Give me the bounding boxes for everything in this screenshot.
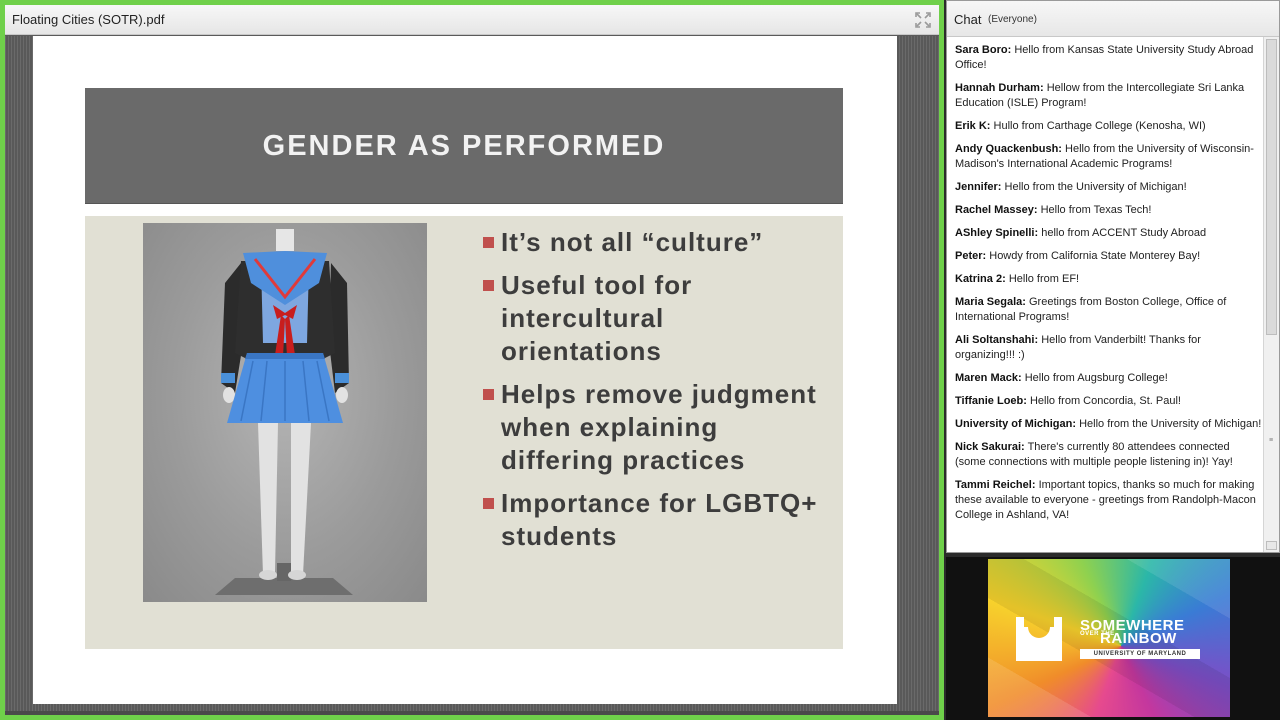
chat-message: Jennifer: Hello from the University of M… <box>955 180 1263 195</box>
share-pod: Floating Cities (SOTR).pdf GENDER AS PER… <box>0 0 944 720</box>
chat-title: Chat <box>954 12 982 27</box>
chat-message: AShley Spinelli: hello from ACCENT Study… <box>955 226 1263 241</box>
chat-message: Tiffanie Loeb: Hello from Concordia, St.… <box>955 394 1263 409</box>
scroll-down-arrow-icon[interactable] <box>1266 541 1277 550</box>
chat-message: Katrina 2: Hello from EF! <box>955 272 1263 287</box>
slide-title: GENDER AS PERFORMED <box>262 130 666 162</box>
chat-message-author: AShley Spinelli: <box>955 227 1039 239</box>
chat-message-author: Maria Segala: <box>955 296 1026 308</box>
chat-message-author: Peter: <box>955 250 987 262</box>
chat-message-author: Tammi Reichel: <box>955 479 1036 491</box>
logo-text-line4: UNIVERSITY OF MARYLAND <box>1080 649 1200 659</box>
chat-scrollbar[interactable]: ≡ <box>1263 37 1279 552</box>
slide-bullet-text: It’s not all “culture” <box>501 227 764 257</box>
chat-message-author: Rachel Massey: <box>955 204 1038 216</box>
chat-message: Peter: Howdy from California State Monte… <box>955 249 1263 264</box>
bullet-marker-icon <box>483 389 494 400</box>
chat-message-text: hello from ACCENT Study Abroad <box>1041 227 1207 239</box>
chat-message-text: Hello from the University of Michigan! <box>1079 418 1262 430</box>
chat-message: Sara Boro: Hello from Kansas State Unive… <box>955 43 1263 73</box>
presentation-slide: GENDER AS PERFORMED It’s not all “cultur… <box>33 36 897 704</box>
chat-message: Erik K: Hullo from Carthage College (Ken… <box>955 119 1263 134</box>
somewhere-over-the-rainbow-logo: SOMEWHERE OVER THE RAINBOW UNIVERSITY OF… <box>988 559 1230 717</box>
chat-message: Andy Quackenbush: Hello from the Univers… <box>955 142 1263 172</box>
chat-message-author: Jennifer: <box>955 181 1002 193</box>
chat-message-author: Katrina 2: <box>955 273 1006 285</box>
chat-message-author: Nick Sakurai: <box>955 441 1025 453</box>
chat-message-author: Erik K: <box>955 120 991 132</box>
camera-pod: SOMEWHERE OVER THE RAINBOW UNIVERSITY OF… <box>946 557 1280 720</box>
chat-message: Ali Soltanshahi: Hello from Vanderbilt! … <box>955 333 1263 363</box>
scroll-grip-icon: ≡ <box>1268 437 1274 444</box>
chat-pod: Chat (Everyone) Sara Boro: Hello from Ka… <box>946 0 1280 553</box>
share-bottom-strip <box>5 711 939 715</box>
logo-text-line3: RAINBOW <box>1100 630 1177 647</box>
chat-message-author: Andy Quackenbush: <box>955 143 1062 155</box>
chat-message-author: Hannah Durham: <box>955 82 1044 94</box>
chat-message-author: University of Michigan: <box>955 418 1077 430</box>
slide-bullet-text: Importance for LGBTQ+ students <box>501 488 818 551</box>
chat-message-author: Maren Mack: <box>955 372 1022 384</box>
logo-emblem-icon <box>1016 617 1062 661</box>
chat-message-text: Hello from Concordia, St. Paul! <box>1029 395 1181 407</box>
chat-message: Maria Segala: Greetings from Boston Coll… <box>955 295 1263 325</box>
chat-scope-label[interactable]: (Everyone) <box>988 14 1037 25</box>
chat-scrollbar-thumb[interactable] <box>1266 39 1277 335</box>
chat-message-text: Hello from the University of Michigan! <box>1004 181 1187 193</box>
chat-message: University of Michigan: Hello from the U… <box>955 417 1263 432</box>
slide-bullet-text: Helps remove judgment when explaining di… <box>501 379 817 475</box>
chat-message-text: Howdy from California State Monterey Bay… <box>989 250 1201 262</box>
fullscreen-icon[interactable] <box>915 12 931 28</box>
slide-bullet-text: Useful tool for intercultural orientatio… <box>501 270 693 366</box>
slide-bullet: Helps remove judgment when explaining di… <box>483 378 833 477</box>
chat-message: Maren Mack: Hello from Augsburg College! <box>955 371 1263 386</box>
chat-message-author: Ali Soltanshahi: <box>955 334 1039 346</box>
bullet-marker-icon <box>483 498 494 509</box>
chat-message-text: Hello from EF! <box>1008 273 1080 285</box>
slide-bullet: Importance for LGBTQ+ students <box>483 487 833 553</box>
chat-message-text: Hello from Augsburg College! <box>1024 372 1168 384</box>
chat-message-list: Sara Boro: Hello from Kansas State Unive… <box>955 43 1263 531</box>
chat-message-author: Sara Boro: <box>955 44 1012 56</box>
chat-message-text: Hullo from Carthage College (Kenosha, WI… <box>993 120 1206 132</box>
costume-photo <box>143 223 427 602</box>
slide-bullet: It’s not all “culture” <box>483 226 833 259</box>
share-content-area: GENDER AS PERFORMED It’s not all “cultur… <box>5 36 939 715</box>
share-document-title: Floating Cities (SOTR).pdf <box>12 12 165 27</box>
slide-title-band: GENDER AS PERFORMED <box>85 88 843 204</box>
share-pod-inner: Floating Cities (SOTR).pdf GENDER AS PER… <box>5 5 939 715</box>
chat-message: Nick Sakurai: There's currently 80 atten… <box>955 440 1263 470</box>
bullet-marker-icon <box>483 280 494 291</box>
chat-message-text: Hello from Texas Tech! <box>1040 204 1152 216</box>
chat-message: Tammi Reichel: Important topics, thanks … <box>955 478 1263 523</box>
slide-bullet-list: It’s not all “culture” Useful tool for i… <box>483 226 833 563</box>
share-title-bar: Floating Cities (SOTR).pdf <box>5 5 939 35</box>
slide-bullet: Useful tool for intercultural orientatio… <box>483 269 833 368</box>
chat-header: Chat (Everyone) <box>947 1 1279 37</box>
chat-message: Hannah Durham: Hellow from the Intercoll… <box>955 81 1263 111</box>
chat-message-author: Tiffanie Loeb: <box>955 395 1027 407</box>
bullet-marker-icon <box>483 237 494 248</box>
slide-body: It’s not all “culture” Useful tool for i… <box>85 216 843 649</box>
chat-message: Rachel Massey: Hello from Texas Tech! <box>955 203 1263 218</box>
